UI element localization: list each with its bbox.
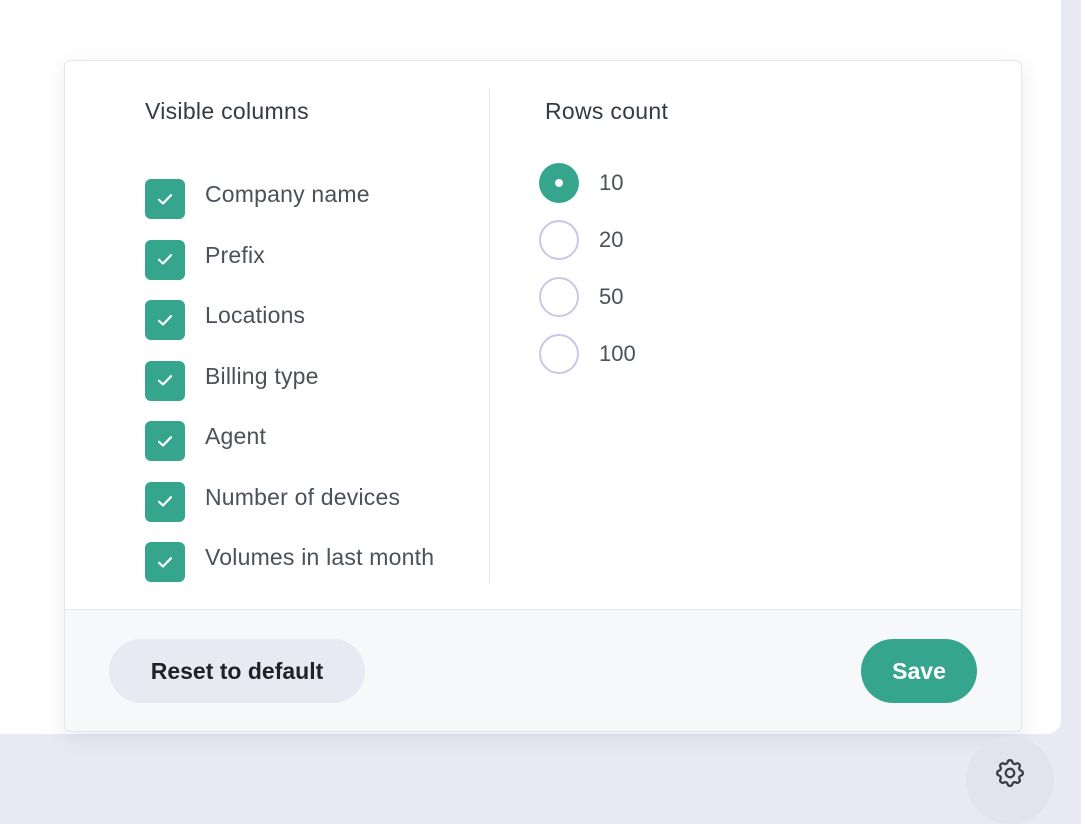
radio-label: 20 [599, 227, 624, 252]
checkbox-checked[interactable] [145, 179, 185, 219]
reset-to-default-button[interactable]: Reset to default [109, 639, 365, 703]
radio-button[interactable] [539, 220, 579, 260]
check-icon [157, 254, 173, 265]
checkbox-label: Agent [205, 423, 267, 449]
check-icon [157, 375, 173, 386]
radio-label: 100 [599, 341, 636, 366]
column-divider [489, 89, 490, 583]
check-icon [157, 193, 173, 205]
checkbox-label: Prefix [205, 241, 265, 268]
save-button[interactable]: Save [861, 639, 977, 703]
check-icon [157, 314, 173, 326]
checkbox-checked[interactable] [145, 421, 185, 461]
checkbox-checked[interactable] [145, 300, 185, 340]
radio-button[interactable] [539, 334, 579, 374]
checkbox-checked[interactable] [145, 239, 185, 280]
check-icon [157, 556, 173, 568]
visible-columns-title: Visible columns [145, 98, 309, 124]
checkbox-checked[interactable] [145, 481, 185, 522]
radio-label: 50 [599, 284, 624, 309]
checkbox-label: Company name [205, 181, 370, 207]
check-icon [157, 435, 173, 447]
checkbox-label: Number of devices [205, 483, 401, 510]
checkbox-label: Volumes in last month [205, 544, 435, 570]
table-settings-panel: Visible columns Rows count Company name … [64, 60, 1022, 732]
checkbox-label: Billing type [205, 362, 319, 389]
gear-icon [996, 759, 1024, 788]
rows-count-title: Rows count [545, 98, 669, 124]
radio-button[interactable] [539, 277, 579, 317]
checkbox-label: Locations [205, 302, 306, 328]
check-icon [157, 496, 173, 507]
checkbox-checked[interactable] [145, 360, 185, 401]
checkbox-checked[interactable] [145, 542, 185, 582]
panel-footer: Reset to default Save [65, 609, 1021, 731]
settings-button[interactable] [966, 736, 1054, 824]
radio-button-selected[interactable] [539, 163, 579, 203]
radio-label: 10 [599, 170, 624, 195]
